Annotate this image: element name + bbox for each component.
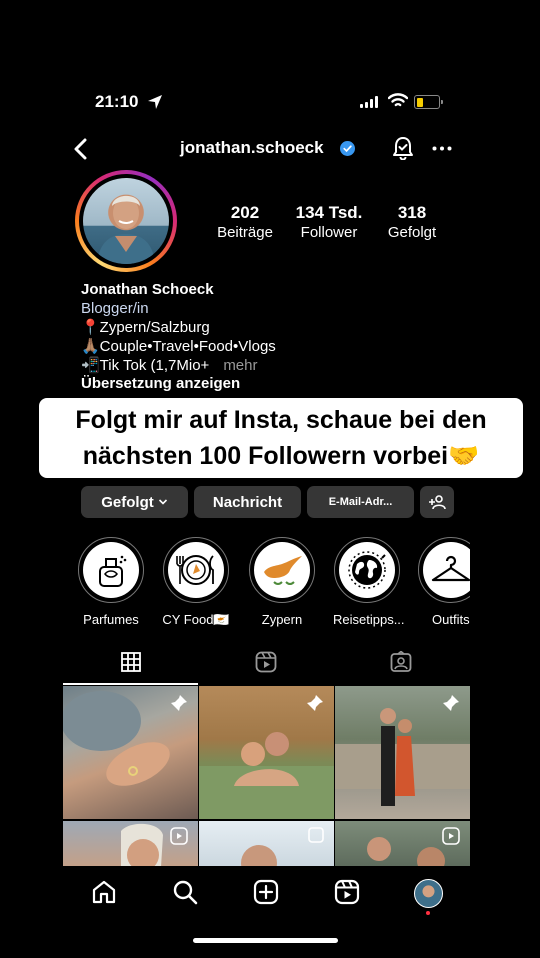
grid-icon[interactable] (121, 652, 141, 672)
post-thumbnail[interactable] (199, 821, 334, 867)
post-thumbnail[interactable] (335, 686, 470, 819)
home-indicator (193, 938, 338, 943)
signal-icon (360, 96, 378, 108)
profile-display-name: Jonathan Schoeck (81, 281, 214, 298)
message-button[interactable]: Nachricht (194, 486, 301, 518)
active-tab-indicator (63, 683, 198, 685)
search-icon[interactable] (172, 879, 198, 905)
pin-icon (171, 695, 187, 711)
profile-avatar[interactable] (75, 170, 177, 272)
globe-icon (348, 551, 386, 589)
bio-line-tiktok: 📲Tik Tok (1,7Mio+ mehr (81, 356, 258, 375)
reels-icon[interactable] (255, 651, 277, 673)
battery-icon (414, 95, 443, 109)
stat-followers[interactable]: 134 Tsd. Follower (288, 203, 370, 241)
post-thumbnail[interactable] (199, 686, 334, 819)
reels-nav-icon[interactable] (334, 879, 360, 905)
message-button-label: Nachricht (212, 493, 283, 511)
profile-icon[interactable] (414, 879, 443, 908)
highlight-label: Reisetipps... (333, 612, 405, 627)
wifi-icon (388, 93, 408, 107)
highlight-label: Parfumes (83, 612, 139, 627)
translate-link[interactable]: Übersetzung anzeigen (81, 374, 240, 393)
stat-posts-value: 202 (230, 203, 260, 222)
reel-badge-icon (170, 827, 188, 845)
email-button[interactable]: E-Mail-Adr... (307, 486, 414, 518)
caption-line-1: Folgt mir auf Insta, schaue bei den (75, 406, 487, 434)
post-thumbnail[interactable] (63, 821, 198, 867)
highlight-parfumes[interactable]: Parfumes (77, 537, 145, 627)
bio-more-link[interactable]: mehr (223, 357, 257, 374)
highlight-label: Outfits (432, 612, 470, 627)
pin-icon (443, 695, 459, 711)
profile-category: Blogger/in (81, 300, 149, 317)
highlight-cy-food[interactable]: CY Food🇨🇾 (162, 537, 230, 628)
carousel-badge-icon (308, 827, 324, 843)
post-thumbnail[interactable] (63, 686, 198, 819)
highlight-label: Zypern (261, 612, 303, 627)
post-thumbnail[interactable] (335, 821, 470, 867)
tagged-icon[interactable] (390, 651, 412, 673)
highlight-reisetipps[interactable]: Reisetipps... (333, 537, 405, 627)
create-icon[interactable] (253, 879, 279, 905)
stat-followers-value: 134 Tsd. (295, 203, 363, 222)
reel-badge-icon (442, 827, 460, 845)
bio-line-location: 📍Zypern/Salzburg (81, 319, 210, 336)
notification-bell-icon[interactable] (392, 136, 414, 160)
highlight-outfits[interactable]: Outfits (418, 537, 470, 627)
profile-username: jonathan.schoeck (180, 138, 324, 157)
location-arrow-icon (148, 95, 162, 109)
bio-tiktok-text: 📲Tik Tok (1,7Mio+ (81, 357, 210, 374)
stat-followers-label: Follower (300, 224, 358, 241)
caption-line-2: nächsten 100 Followern vorbei🤝 (82, 442, 480, 470)
add-person-icon (429, 495, 446, 510)
status-time: 21:10 (95, 92, 139, 111)
video-caption-overlay: Folgt mir auf Insta, schaue bei den näch… (39, 398, 523, 478)
cyprus-map-icon (264, 556, 302, 585)
notification-dot (426, 911, 430, 915)
following-button[interactable]: Gefolgt (81, 486, 188, 518)
hanger-icon (431, 555, 470, 582)
chevron-down-icon (158, 499, 167, 505)
email-button-label: E-Mail-Adr... (328, 496, 393, 508)
highlight-label: CY Food🇨🇾 (162, 612, 230, 627)
more-options-icon[interactable] (432, 146, 452, 151)
home-icon[interactable] (91, 879, 117, 905)
verified-badge-icon (340, 141, 355, 156)
back-arrow-icon[interactable] (72, 138, 90, 160)
avatar-photo (97, 195, 155, 264)
stat-posts-label: Beiträge (217, 224, 273, 241)
suggested-users-button[interactable] (420, 486, 454, 518)
bio-line-topics: 🙏🏽Couple•Travel•Food•Vlogs (81, 338, 276, 355)
pin-icon (307, 695, 323, 711)
highlight-zypern[interactable]: Zypern (248, 537, 316, 627)
stat-following[interactable]: 318 Gefolgt (380, 203, 444, 241)
following-button-label: Gefolgt (101, 493, 154, 511)
perfume-icon (99, 555, 127, 587)
stat-posts[interactable]: 202 Beiträge (210, 203, 280, 241)
plate-icon (176, 555, 214, 585)
stat-following-value: 318 (397, 203, 427, 222)
stat-following-label: Gefolgt (387, 224, 437, 241)
